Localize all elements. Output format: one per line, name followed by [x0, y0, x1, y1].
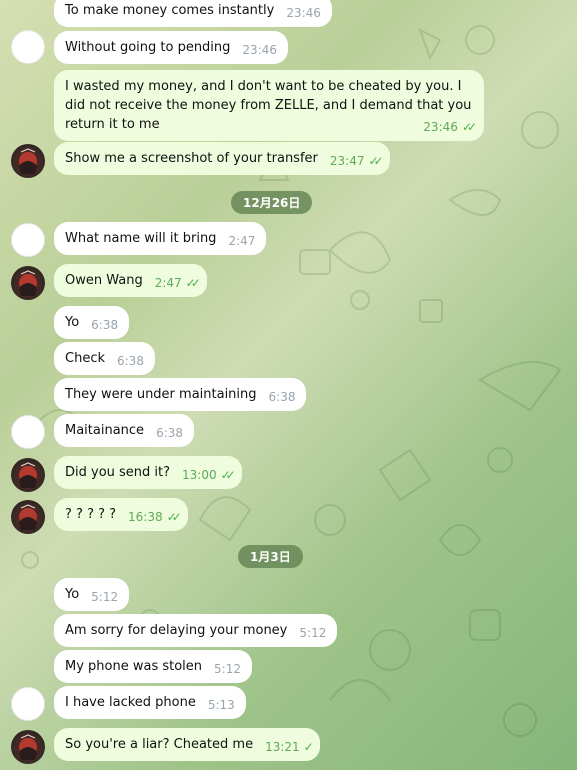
date-separator: 1月3日 — [238, 545, 303, 568]
user-avatar[interactable] — [11, 144, 45, 178]
message-time: 6:38 — [268, 390, 296, 404]
message-bubble[interactable]: Owen Wang 2:47 ✓✓ — [54, 264, 207, 297]
message-text: Maitainance — [65, 423, 145, 438]
message-time: 2:47 — [154, 276, 182, 290]
message-bubble[interactable]: To make money comes instantly 23:46 — [54, 0, 332, 27]
double-check-icon: ✓✓ — [461, 120, 477, 134]
message-bubble[interactable]: Did you send it? 13:00 ✓✓ — [54, 456, 242, 489]
double-check-icon: ✓✓ — [220, 468, 236, 482]
message-bubble[interactable]: My phone was stolen 5:12 — [54, 650, 252, 683]
message-bubble[interactable]: Am sorry for delaying your money 5:12 — [54, 614, 338, 647]
message-bubble[interactable]: They were under maintaining 6:38 — [54, 378, 307, 411]
message-text: Did you send it? — [65, 465, 171, 480]
message-text: Yo — [65, 587, 80, 602]
avatar-image-icon — [19, 270, 37, 296]
message-text: They were under maintaining — [65, 387, 257, 402]
user-avatar[interactable] — [11, 500, 45, 534]
message-time: 5:12 — [214, 662, 241, 676]
double-check-icon: ✓✓ — [185, 276, 201, 290]
message-bubble[interactable]: So you're a liar? Cheated me 13:21 ✓ — [54, 728, 320, 761]
message-bubble[interactable]: Maitainance 6:38 — [54, 414, 195, 447]
message-time: 13:21 — [265, 740, 300, 754]
message-time: 16:38 — [128, 510, 163, 524]
avatar-image-icon — [19, 734, 37, 760]
check-icon: ✓ — [303, 740, 314, 754]
message-text: Check — [65, 351, 105, 366]
contact-avatar[interactable] — [11, 687, 45, 721]
date-separator: 12月26日 — [231, 191, 313, 214]
message-time: 13:00 — [182, 468, 217, 482]
message-text: Show me a screenshot of your transfer — [65, 151, 318, 166]
contact-avatar[interactable] — [11, 415, 45, 449]
message-bubble[interactable]: What name will it bring 2:47 — [54, 222, 267, 255]
user-avatar[interactable] — [11, 730, 45, 764]
message-text: Without going to pending — [65, 40, 231, 55]
message-bubble[interactable]: Yo 5:12 — [54, 578, 130, 611]
message-text: I wasted my money, and I don't want to b… — [65, 79, 472, 132]
double-check-icon: ✓✓ — [368, 154, 383, 168]
message-time: 23:46 — [286, 6, 321, 20]
message-time: 23:46 — [242, 43, 278, 57]
message-bubble[interactable]: I have lacked phone 5:13 — [54, 686, 246, 719]
message-time: 2:47 — [228, 234, 256, 248]
message-time: 5:13 — [207, 698, 235, 712]
message-time: 6:38 — [156, 426, 184, 440]
user-avatar[interactable] — [11, 458, 45, 492]
user-avatar[interactable] — [11, 266, 45, 300]
message-time: 23:47 — [329, 154, 365, 168]
message-text: What name will it bring — [65, 231, 217, 246]
message-bubble[interactable]: I wasted my money, and I don't want to b… — [54, 70, 484, 141]
avatar-image-icon — [19, 462, 37, 488]
message-meta: 23:46 ✓✓ — [423, 118, 477, 137]
message-time: 5:12 — [299, 626, 327, 640]
contact-avatar[interactable] — [11, 223, 45, 257]
message-text: To make money comes instantly — [65, 3, 275, 18]
message-time: 6:38 — [117, 354, 144, 368]
message-time: 5:12 — [91, 590, 119, 604]
avatar-image-icon — [19, 504, 37, 530]
message-text: Owen Wang — [65, 273, 143, 288]
contact-avatar[interactable] — [11, 30, 45, 64]
message-bubble[interactable]: Yo 6:38 — [54, 306, 130, 339]
message-bubble[interactable]: Check 6:38 — [54, 342, 155, 375]
message-text: Yo — [65, 315, 80, 330]
message-time: 23:46 — [423, 120, 458, 134]
message-text: So you're a liar? Cheated me — [65, 737, 254, 752]
message-bubble[interactable]: Show me a screenshot of your transfer 23:… — [54, 142, 390, 175]
message-time: 6:38 — [91, 318, 119, 332]
message-text: I have lacked phone — [65, 695, 196, 710]
message-bubble[interactable]: ? ? ? ? ? 16:38 ✓✓ — [54, 498, 188, 531]
double-check-icon: ✓✓ — [166, 510, 182, 524]
chat-history[interactable]: To make money comes instantly 23:46 Witho… — [0, 0, 577, 770]
avatar-image-icon — [19, 148, 37, 174]
message-bubble[interactable]: Without going to pending 23:46 — [54, 31, 289, 64]
message-text: My phone was stolen — [65, 659, 203, 674]
message-text: ? ? ? ? ? — [65, 507, 117, 522]
message-text: Am sorry for delaying your money — [65, 623, 288, 638]
